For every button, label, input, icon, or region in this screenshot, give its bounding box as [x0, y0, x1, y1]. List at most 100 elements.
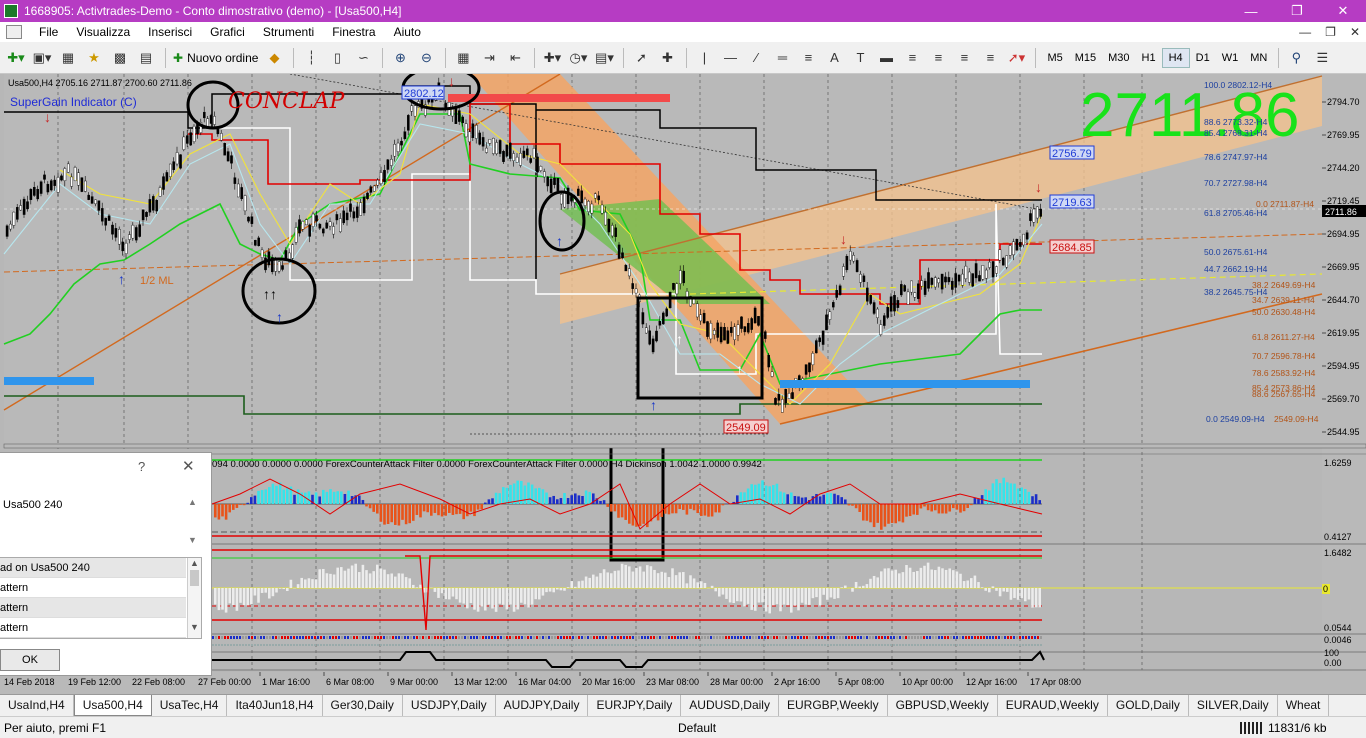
tab-ita40[interactable]: Ita40Jun18,H4: [227, 695, 323, 716]
tf-m30[interactable]: M30: [1102, 48, 1135, 68]
arrows-icon[interactable]: ➚▾: [1004, 47, 1028, 69]
channel-icon[interactable]: ═: [770, 47, 794, 69]
child-restore-icon[interactable]: ❐: [1325, 25, 1336, 39]
navigator-icon[interactable]: ★: [82, 47, 106, 69]
new-chart-icon[interactable]: ✚▾: [4, 47, 28, 69]
tf-m5[interactable]: M5: [1041, 48, 1068, 68]
gann-icon[interactable]: ≡: [978, 47, 1002, 69]
candle-body: [277, 261, 281, 272]
scroll-down-icon[interactable]: ▼: [188, 622, 201, 632]
menu-tools[interactable]: Strumenti: [254, 25, 323, 39]
fibo-time-icon[interactable]: ≡: [952, 47, 976, 69]
tile-icon[interactable]: ▦: [451, 47, 475, 69]
minimize-icon[interactable]: —: [1228, 0, 1274, 22]
tab-silver[interactable]: SILVER,Daily: [1189, 695, 1278, 716]
fibo-icon[interactable]: ≡: [796, 47, 820, 69]
menu-file[interactable]: File: [30, 25, 67, 39]
scroll-up-icon[interactable]: ▲: [188, 558, 201, 568]
profiles-icon[interactable]: ▣▾: [30, 47, 54, 69]
tab-gold[interactable]: GOLD,Daily: [1108, 695, 1189, 716]
label-icon[interactable]: T: [848, 47, 872, 69]
zoom-out-icon[interactable]: ⊖: [414, 47, 438, 69]
tf-m15[interactable]: M15: [1069, 48, 1102, 68]
new-order-button[interactable]: ✚ Nuovo ordine: [171, 47, 260, 69]
rectangle-icon[interactable]: ▬: [874, 47, 898, 69]
menu-charts[interactable]: Grafici: [201, 25, 254, 39]
chevron-down-icon[interactable]: ▼: [188, 535, 200, 545]
bar-chart-icon[interactable]: ┆: [299, 47, 323, 69]
tab-gbpusd[interactable]: GBPUSD,Weekly: [888, 695, 998, 716]
list-item[interactable]: ad on Usa500 240: [0, 558, 186, 578]
restore-icon[interactable]: ❐: [1274, 0, 1320, 22]
document-icon[interactable]: [6, 25, 22, 39]
tab-audusd[interactable]: AUDUSD,Daily: [681, 695, 779, 716]
tab-ger30[interactable]: Ger30,Daily: [323, 695, 403, 716]
zoom-in-icon[interactable]: ⊕: [388, 47, 412, 69]
text-icon[interactable]: A: [822, 47, 846, 69]
dialog-text-scroll[interactable]: ▲ ▼: [188, 497, 200, 549]
menu-view[interactable]: Visualizza: [67, 25, 139, 39]
ok-button[interactable]: OK: [0, 649, 60, 671]
tab-usa500[interactable]: Usa500,H4: [73, 695, 152, 716]
tester-icon[interactable]: ▤: [134, 47, 158, 69]
line-chart-icon[interactable]: ∽: [351, 47, 375, 69]
tf-w1[interactable]: W1: [1216, 48, 1245, 68]
osc3-dot: [887, 636, 889, 639]
dialog-list-scrollbar[interactable]: ▲ ▼: [187, 558, 201, 638]
indicators-icon[interactable]: ✚▾: [540, 47, 564, 69]
cursor-icon[interactable]: ➚: [629, 47, 653, 69]
scroll-thumb[interactable]: [190, 570, 199, 586]
tf-h4[interactable]: H4: [1161, 47, 1190, 68]
autotrading-icon[interactable]: ◆: [262, 47, 286, 69]
child-close-icon[interactable]: ✕: [1350, 25, 1360, 39]
market-watch-icon[interactable]: ▦: [56, 47, 80, 69]
search-icon[interactable]: ⚲: [1284, 47, 1308, 69]
tf-mn[interactable]: MN: [1244, 48, 1273, 68]
osc3-dot: [875, 636, 877, 639]
tab-audjpy[interactable]: AUDJPY,Daily: [496, 695, 589, 716]
tab-eurjpy[interactable]: EURJPY,Daily: [588, 695, 682, 716]
candlestick-icon[interactable]: ▯: [325, 47, 349, 69]
menu-insert[interactable]: Inserisci: [139, 25, 201, 39]
horizontal-line-icon[interactable]: —: [718, 47, 742, 69]
dialog-help-button[interactable]: ?: [138, 459, 145, 474]
osc2-bar: [469, 588, 473, 604]
child-minimize-icon[interactable]: —: [1299, 25, 1311, 39]
tab-usatec[interactable]: UsaTec,H4: [152, 695, 228, 716]
tab-euraud[interactable]: EURAUD,Weekly: [998, 695, 1108, 716]
osc3-dot: [392, 636, 394, 639]
osc3-dot: [401, 636, 403, 639]
osc2-bar: [300, 577, 303, 588]
candle-body: [679, 270, 682, 284]
terminal-icon[interactable]: ▩: [108, 47, 132, 69]
tab-eurgbp[interactable]: EURGBP,Weekly: [779, 695, 888, 716]
close-icon[interactable]: ✕: [1320, 0, 1366, 22]
list-icon[interactable]: ☰: [1310, 47, 1334, 69]
templates-icon[interactable]: ▤▾: [592, 47, 616, 69]
list-item[interactable]: attern: [0, 618, 186, 638]
tf-h1[interactable]: H1: [1136, 48, 1162, 68]
osc3-dot: [674, 644, 676, 646]
tab-wheat[interactable]: Wheat: [1278, 695, 1330, 716]
tab-usdjpy[interactable]: USDJPY,Daily: [403, 695, 496, 716]
tab-usaind[interactable]: UsaInd,H4: [0, 695, 74, 716]
vertical-line-icon[interactable]: |: [692, 47, 716, 69]
candle-body: [849, 251, 852, 261]
chevron-up-icon[interactable]: ▲: [188, 497, 200, 507]
dialog-list[interactable]: ad on Usa500 240 attern attern attern ▲ …: [0, 557, 202, 639]
chart-shift-icon[interactable]: ⇤: [503, 47, 527, 69]
osc3-dot: [746, 636, 748, 639]
trendline-icon[interactable]: ∕: [744, 47, 768, 69]
menu-window[interactable]: Finestra: [323, 25, 384, 39]
list-item[interactable]: attern: [0, 578, 186, 598]
candle-body: [546, 176, 549, 187]
autoscroll-icon[interactable]: ⇥: [477, 47, 501, 69]
tf-d1[interactable]: D1: [1190, 48, 1216, 68]
fibo-arc-icon[interactable]: ≡: [926, 47, 950, 69]
dialog-close-button[interactable]: ✕: [182, 457, 195, 475]
crosshair-icon[interactable]: ✚: [655, 47, 679, 69]
list-item[interactable]: attern: [0, 598, 186, 618]
fibo-fan-icon[interactable]: ≡: [900, 47, 924, 69]
periods-icon[interactable]: ◷▾: [566, 47, 590, 69]
menu-help[interactable]: Aiuto: [385, 25, 430, 39]
